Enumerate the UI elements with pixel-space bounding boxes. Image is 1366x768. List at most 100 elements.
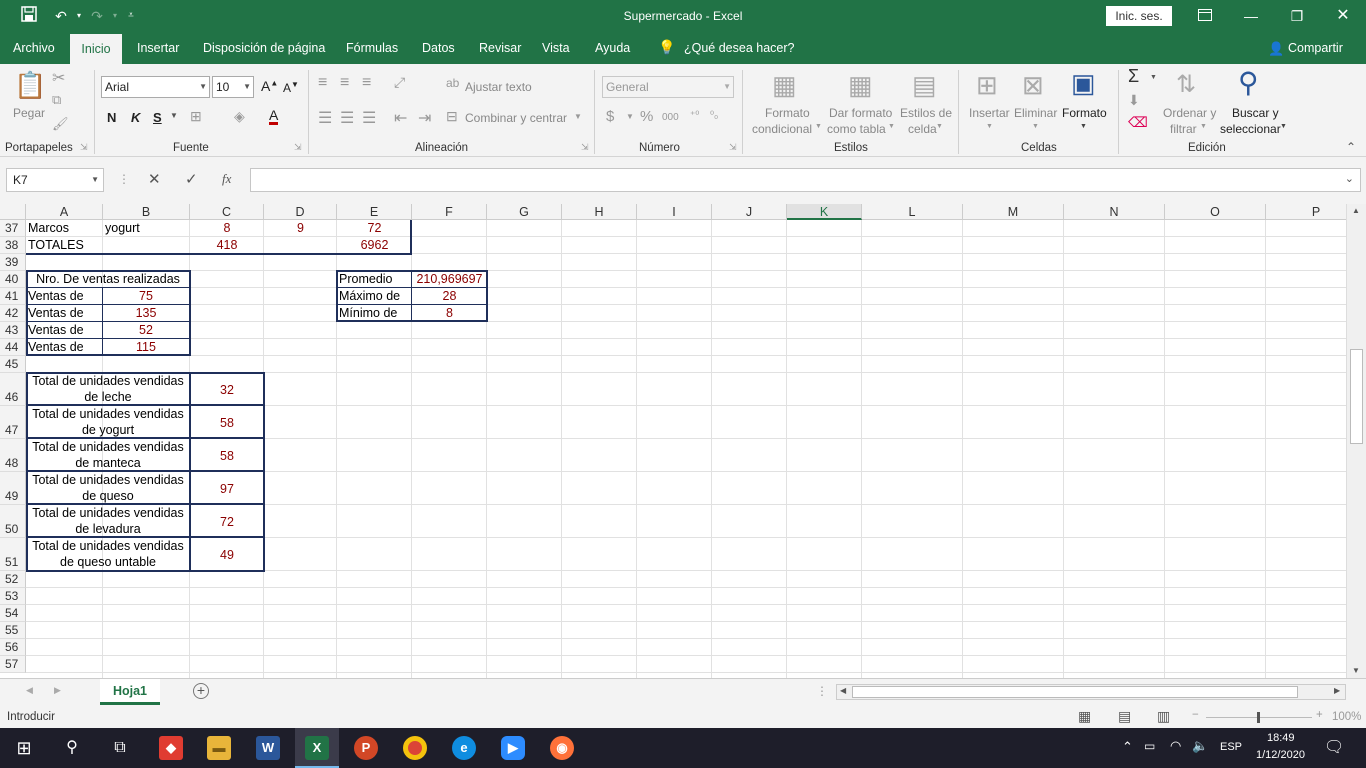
formula-input[interactable]: ⌄: [250, 168, 1361, 192]
col-header-a[interactable]: A: [26, 204, 103, 220]
cell-b43[interactable]: 52: [103, 322, 189, 338]
clock-time[interactable]: 18:49: [1267, 732, 1295, 744]
zoom-out-icon[interactable]: −: [1192, 709, 1199, 721]
tab-vista[interactable]: Vista: [542, 41, 570, 55]
vertical-scroll-thumb[interactable]: [1350, 349, 1363, 444]
paste-label[interactable]: Pegar: [13, 106, 45, 120]
wifi-icon[interactable]: ◠: [1170, 738, 1181, 754]
cell-b44[interactable]: 115: [103, 339, 189, 355]
cell-a49[interactable]: Total de unidades vendidas de queso: [28, 472, 188, 504]
vertical-scrollbar[interactable]: ▲ ▼: [1346, 204, 1366, 678]
tab-formulas[interactable]: Fórmulas: [346, 41, 398, 55]
name-box[interactable]: K7 ▼: [6, 168, 104, 192]
scroll-down-icon[interactable]: ▼: [1352, 666, 1360, 675]
row-header-42[interactable]: 42: [0, 305, 26, 322]
cell-styles-icon[interactable]: ▤: [912, 70, 937, 101]
zoom-level[interactable]: 100%: [1332, 711, 1361, 723]
format-cells-icon[interactable]: ▣: [1071, 68, 1096, 99]
tab-ayuda[interactable]: Ayuda: [595, 41, 630, 55]
currency-dropdown-icon[interactable]: ▼: [626, 112, 634, 121]
format-as-table-label-1[interactable]: Dar formato: [829, 106, 892, 120]
merge-dropdown-icon[interactable]: ▼: [574, 112, 582, 121]
zoom-app-icon[interactable]: ▶: [501, 736, 525, 760]
chevron-down-icon[interactable]: ▼: [1280, 123, 1287, 130]
minimize-icon[interactable]: —: [1240, 6, 1262, 26]
shrink-font-icon[interactable]: A▼: [283, 80, 299, 95]
font-name-select[interactable]: Arial ▼: [101, 76, 210, 98]
row-header-51[interactable]: 51: [0, 538, 26, 571]
formula-bar-splitter[interactable]: ⋮: [118, 172, 130, 186]
font-color-icon[interactable]: A: [269, 108, 279, 125]
edge-app-icon[interactable]: e: [452, 736, 476, 760]
restore-icon[interactable]: ❐: [1286, 6, 1308, 26]
col-header-c[interactable]: C: [190, 204, 264, 220]
sort-filter-label-1[interactable]: Ordenar y: [1163, 106, 1216, 120]
close-icon[interactable]: ✕: [1332, 6, 1354, 26]
row-header-40[interactable]: 40: [0, 271, 26, 288]
word-app-icon[interactable]: W: [256, 736, 280, 760]
row-header-37[interactable]: 37: [0, 220, 26, 237]
cell-c48[interactable]: 58: [191, 448, 263, 464]
cell-c38[interactable]: 418: [190, 237, 264, 253]
cell-e38[interactable]: 6962: [337, 237, 412, 253]
col-header-d[interactable]: D: [264, 204, 337, 220]
row-header-49[interactable]: 49: [0, 472, 26, 505]
chevron-down-icon[interactable]: ▼: [815, 123, 822, 130]
cell-f42[interactable]: 8: [412, 305, 487, 321]
tab-revisar[interactable]: Revisar: [479, 41, 521, 55]
collapse-ribbon-icon[interactable]: ⌃: [1346, 140, 1356, 154]
firefox-app-icon[interactable]: ◉: [550, 736, 574, 760]
cell-c47[interactable]: 58: [191, 415, 263, 431]
col-header-h[interactable]: H: [562, 204, 637, 220]
cell-d37[interactable]: 9: [264, 220, 337, 236]
cell-styles-label-1[interactable]: Estilos de: [900, 106, 952, 120]
tab-inicio[interactable]: Inicio: [70, 34, 122, 65]
cell-a47[interactable]: Total de unidades vendidas de yogurt: [28, 406, 188, 438]
insert-function-icon[interactable]: fx: [222, 171, 231, 187]
col-header-e[interactable]: E: [337, 204, 412, 220]
tab-datos[interactable]: Datos: [422, 41, 455, 55]
col-header-f[interactable]: F: [412, 204, 487, 220]
increase-decimal-icon[interactable]: ⁺⁰: [690, 110, 699, 121]
select-all-corner[interactable]: [0, 204, 26, 220]
chevron-down-icon[interactable]: ▼: [91, 169, 99, 191]
cell-f40[interactable]: 210,969697: [412, 271, 487, 287]
font-size-select[interactable]: 10 ▼: [212, 76, 254, 98]
col-header-b[interactable]: B: [103, 204, 190, 220]
chevron-down-icon[interactable]: ▼: [1032, 123, 1039, 130]
battery-icon[interactable]: ▭: [1144, 739, 1155, 753]
prev-sheet-icon[interactable]: ◀: [26, 685, 33, 696]
tab-insertar[interactable]: Insertar: [137, 41, 179, 55]
row-header-46[interactable]: 46: [0, 373, 26, 406]
decrease-indent-icon[interactable]: ⇤: [394, 108, 407, 128]
cell-a38[interactable]: TOTALES: [28, 237, 102, 253]
normal-view-icon[interactable]: ▦: [1078, 708, 1091, 725]
volume-icon[interactable]: 🔈: [1192, 738, 1208, 754]
sign-in-button[interactable]: Inic. ses.: [1106, 6, 1172, 26]
col-header-o[interactable]: O: [1165, 204, 1266, 220]
col-header-n[interactable]: N: [1064, 204, 1165, 220]
chevron-down-icon[interactable]: ▼: [888, 123, 895, 130]
task-view-icon[interactable]: ⧉: [108, 736, 132, 760]
search-icon[interactable]: ⚲: [60, 736, 84, 760]
chevron-down-icon[interactable]: ▼: [1080, 123, 1087, 130]
cell-c50[interactable]: 72: [191, 514, 263, 530]
row-header-48[interactable]: 48: [0, 439, 26, 472]
orientation-icon[interactable]: ⤢: [394, 74, 405, 91]
row-header-56[interactable]: 56: [0, 639, 26, 656]
tell-me-search[interactable]: ¿Qué desea hacer?: [684, 41, 795, 55]
font-launcher-icon[interactable]: ⇲: [294, 142, 302, 153]
page-break-icon[interactable]: ▥: [1157, 708, 1170, 725]
tray-overflow-icon[interactable]: ⌃: [1122, 739, 1133, 755]
conditional-format-label-2[interactable]: condicional: [752, 122, 812, 136]
conditional-format-icon[interactable]: ▦: [772, 70, 797, 101]
share-button[interactable]: Compartir: [1288, 41, 1343, 55]
align-bottom-icon[interactable]: ≡: [362, 74, 371, 92]
decrease-decimal-icon[interactable]: ⁰₀: [710, 110, 718, 121]
percent-icon[interactable]: %: [640, 108, 653, 125]
notifications-icon[interactable]: 🗨: [1324, 737, 1344, 757]
merge-center-button[interactable]: Combinar y centrar: [465, 111, 567, 125]
cancel-entry-icon[interactable]: ✕: [148, 170, 161, 188]
horizontal-scrollbar[interactable]: ◀ ▶: [836, 684, 1346, 700]
cell-a37[interactable]: Marcos: [28, 220, 102, 236]
